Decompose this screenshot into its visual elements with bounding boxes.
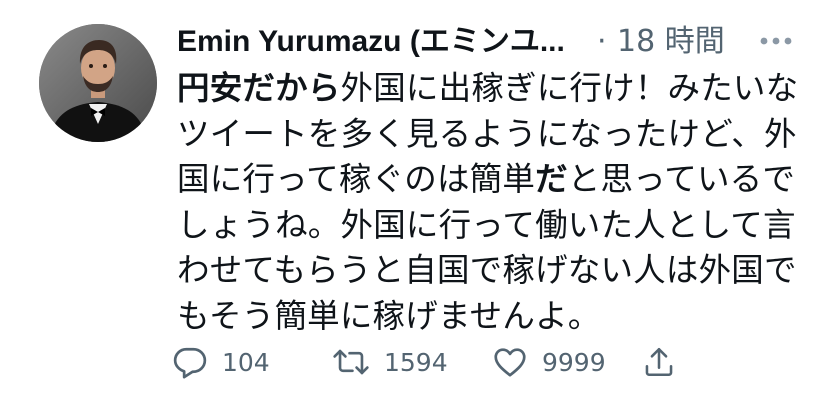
tweet-text-segment: しょうね。外国に行って働いた人として言	[177, 205, 796, 244]
share-button[interactable]	[642, 340, 676, 384]
tweet-text-segment: もそう簡単に稼げませんよ。	[177, 296, 601, 335]
retweet-count: 1594	[384, 347, 448, 377]
tweet-line: もそう簡単に稼げませんよ。	[177, 294, 809, 340]
retweet-icon	[333, 349, 369, 375]
avatar[interactable]	[39, 24, 157, 142]
tweet-text-bold: 円安だから	[177, 69, 341, 107]
tweet-text-segment: わせてもらうと自国で稼げない人は外国で	[177, 251, 797, 289]
author-name[interactable]: Emin Yurumazu (エミンユ...	[177, 22, 565, 62]
tweet-line: しょうね。外国に行って働いた人として言	[177, 203, 809, 249]
heart-icon	[494, 348, 526, 377]
tweet-line: わせてもらうと自国で稼げない人は外国で	[177, 248, 809, 294]
tweet-text-segment: 国に行って稼ぐのは簡単	[177, 160, 536, 198]
tweet-text-bold: だ	[535, 160, 568, 198]
separator: ·	[597, 24, 607, 59]
like-button[interactable]: 9999	[492, 340, 606, 384]
share-icon	[645, 347, 673, 377]
timestamp[interactable]: 18 時間	[617, 22, 725, 62]
reply-count: 104	[222, 347, 270, 377]
retweet-button[interactable]: 1594	[332, 340, 448, 384]
tweet-line: 円安だから外国に出稼ぎに行け！みたいな	[177, 66, 809, 112]
like-count: 9999	[542, 347, 606, 377]
more-horizontal-icon[interactable]	[755, 20, 797, 62]
tweet-text-segment: ツイートを多く見るようになったけど、外	[177, 114, 797, 153]
tweet-text: 円安だから外国に出稼ぎに行け！みたいな ツイートを多く見るようになったけど、外 …	[177, 66, 809, 339]
tweet-text-segment: と思っているで	[567, 160, 796, 198]
action-bar: 104 1594 9999	[172, 340, 732, 384]
tweet[interactable]: Emin Yurumazu (エミンユ... · 18 時間 円安だから外国に出…	[0, 0, 828, 400]
tweet-header: Emin Yurumazu (エミンユ... · 18 時間	[177, 18, 797, 68]
tweet-line: ツイートを多く見るようになったけど、外	[177, 112, 809, 158]
reply-bubble-icon	[173, 347, 207, 379]
reply-button[interactable]: 104	[172, 340, 270, 384]
tweet-line: 国に行って稼ぐのは簡単だと思っているで	[177, 157, 809, 203]
tweet-text-segment: 外国に出稼ぎに行け！みたいな	[340, 69, 799, 107]
